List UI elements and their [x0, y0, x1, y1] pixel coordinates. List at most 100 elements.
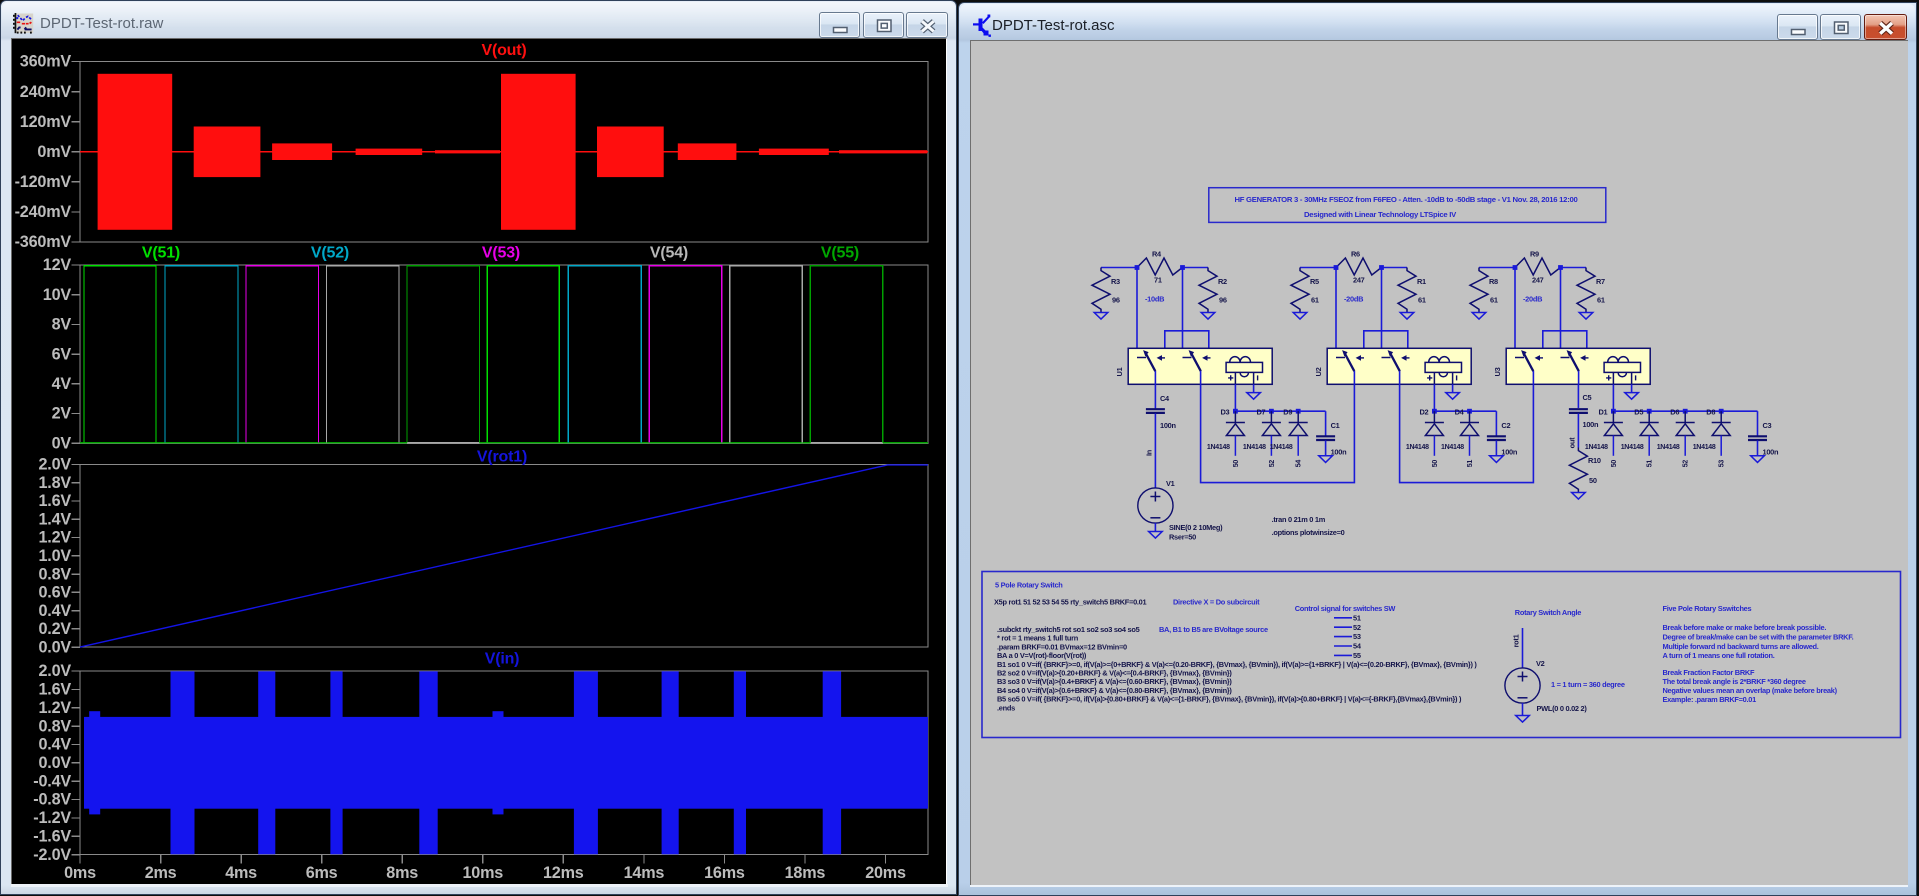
svg-text:1 = 1 turn = 360 degree: 1 = 1 turn = 360 degree — [1551, 680, 1625, 689]
svg-text:100n: 100n — [1763, 448, 1779, 457]
svg-text:247: 247 — [1353, 276, 1365, 285]
svg-text:2V: 2V — [52, 405, 72, 423]
svg-text:.param BRKF=0.01 BVmax=12 BVmi: .param BRKF=0.01 BVmax=12 BVmin=0 — [997, 642, 1127, 651]
svg-text:V(in): V(in) — [485, 651, 520, 668]
svg-text:18ms: 18ms — [785, 864, 826, 882]
svg-text:-240mV: -240mV — [15, 203, 72, 221]
svg-text:Break Fraction Factor BRKF: Break Fraction Factor BRKF — [1663, 668, 1755, 677]
svg-text:U1: U1 — [1115, 367, 1124, 376]
svg-text:8V: 8V — [52, 316, 72, 334]
svg-text:D2: D2 — [1420, 408, 1429, 417]
svg-text:D5: D5 — [1634, 408, 1643, 417]
svg-text:D9: D9 — [1283, 408, 1292, 417]
svg-text:-20dB: -20dB — [1523, 295, 1542, 304]
svg-text:V(rot1): V(rot1) — [477, 449, 527, 466]
svg-text:D6: D6 — [1670, 408, 1679, 417]
svg-text:Directive X = Do subcircuit: Directive X = Do subcircuit — [1173, 598, 1260, 607]
svg-text:R5: R5 — [1310, 277, 1319, 286]
svg-text:50: 50 — [1233, 460, 1240, 468]
svg-text:D1: D1 — [1599, 408, 1608, 417]
svg-text:52: 52 — [1269, 460, 1276, 468]
svg-text:1.2V: 1.2V — [39, 699, 72, 717]
svg-text:Five Pole Rotary Sswitches: Five Pole Rotary Sswitches — [1663, 604, 1752, 613]
svg-text:54: 54 — [1296, 460, 1303, 468]
svg-text:10ms: 10ms — [462, 864, 503, 882]
svg-text:V(54): V(54) — [650, 245, 688, 262]
svg-text:0.8V: 0.8V — [39, 565, 72, 583]
svg-text:55: 55 — [1353, 651, 1361, 660]
svg-text:V(55): V(55) — [821, 245, 859, 262]
svg-text:D3: D3 — [1221, 408, 1230, 417]
svg-text:247: 247 — [1532, 276, 1544, 285]
svg-text:51: 51 — [1467, 460, 1474, 468]
svg-text:BA, B1 to B5 are BVoltage sour: BA, B1 to B5 are BVoltage source — [1159, 625, 1268, 634]
svg-text:1N4148: 1N4148 — [1406, 444, 1429, 451]
svg-text:10V: 10V — [43, 286, 72, 304]
svg-text:.options plotwinsize=0: .options plotwinsize=0 — [1272, 528, 1345, 537]
svg-text:1N4148: 1N4148 — [1621, 444, 1644, 451]
svg-text:B4 so4 0 V=if(V(a)>{0.6+BRKF}: B4 so4 0 V=if(V(a)>{0.6+BRKF} & V(a)<={0… — [997, 686, 1232, 695]
svg-text:5 Pole Rotary Switch: 5 Pole Rotary Switch — [995, 581, 1063, 590]
svg-text:R6: R6 — [1351, 250, 1360, 259]
svg-text:.ends: .ends — [997, 703, 1015, 712]
svg-text:0.2V: 0.2V — [39, 620, 72, 638]
svg-text:20ms: 20ms — [865, 864, 906, 882]
svg-text:-2.0V: -2.0V — [33, 846, 71, 864]
svg-text:54: 54 — [1353, 642, 1362, 651]
svg-text:-360mV: -360mV — [15, 233, 72, 251]
svg-text:1.0V: 1.0V — [39, 547, 72, 565]
svg-text:-20dB: -20dB — [1344, 295, 1363, 304]
svg-text:Example: .param BRKF=0.01: Example: .param BRKF=0.01 — [1663, 695, 1757, 704]
svg-text:1.2V: 1.2V — [39, 529, 72, 547]
svg-text:100n: 100n — [1583, 420, 1599, 429]
svg-text:-1.2V: -1.2V — [33, 809, 71, 827]
svg-text:1N4148: 1N4148 — [1441, 444, 1464, 451]
svg-text:The total break angle is 2*BRK: The total break angle is 2*BRKF *360 deg… — [1663, 677, 1806, 686]
svg-text:8ms: 8ms — [386, 864, 418, 882]
svg-text:U2: U2 — [1314, 367, 1323, 376]
svg-text:HF GENERATOR 3 - 30MHz FSEOZ f: HF GENERATOR 3 - 30MHz FSEOZ from F6FEO … — [1234, 195, 1577, 204]
svg-text:PWL(0 0 0.02 2): PWL(0 0 0.02 2) — [1537, 704, 1588, 713]
svg-text:V(53): V(53) — [482, 245, 520, 262]
svg-text:1.6V: 1.6V — [39, 681, 72, 699]
svg-text:100n: 100n — [1501, 448, 1517, 457]
svg-text:1N4148: 1N4148 — [1657, 444, 1680, 451]
svg-text:1.6V: 1.6V — [39, 492, 72, 510]
svg-text:V(51): V(51) — [142, 245, 180, 262]
svg-text:0.4V: 0.4V — [39, 736, 72, 754]
svg-text:0.6V: 0.6V — [39, 584, 72, 602]
svg-text:71: 71 — [1154, 276, 1162, 285]
svg-text:R1: R1 — [1417, 277, 1426, 286]
svg-text:C1: C1 — [1331, 421, 1340, 430]
svg-text:0mV: 0mV — [37, 143, 71, 161]
svg-text:V1: V1 — [1166, 479, 1175, 488]
svg-text:2.0V: 2.0V — [39, 662, 72, 680]
svg-text:96: 96 — [1219, 296, 1227, 305]
svg-text:.tran 0 21m 0 1m: .tran 0 21m 0 1m — [1272, 515, 1326, 524]
svg-text:Break before make or make befo: Break before make or make before break p… — [1663, 623, 1827, 632]
svg-text:6V: 6V — [52, 345, 72, 363]
svg-text:0.0V: 0.0V — [39, 638, 72, 656]
svg-text:B2 so2 0 V=if(V(a)>{0.20+BRKF}: B2 so2 0 V=if(V(a)>{0.20+BRKF} & V(a)<={… — [997, 669, 1232, 678]
svg-text:1.8V: 1.8V — [39, 474, 72, 492]
svg-text:-10dB: -10dB — [1145, 295, 1164, 304]
svg-text:-1.6V: -1.6V — [33, 827, 71, 845]
svg-text:16ms: 16ms — [704, 864, 745, 882]
svg-text:61: 61 — [1490, 296, 1498, 305]
svg-text:Control signal for switches SW: Control signal for switches SW — [1295, 604, 1396, 613]
svg-text:-120mV: -120mV — [15, 173, 72, 191]
svg-text:61: 61 — [1597, 296, 1605, 305]
svg-text:C5: C5 — [1583, 393, 1592, 402]
svg-text:X5p rot1 51 52 53 54 55 rty_sw: X5p rot1 51 52 53 54 55 rty_switch5 BRKF… — [994, 598, 1147, 607]
svg-text:1.4V: 1.4V — [39, 511, 72, 529]
svg-text:V(out): V(out) — [481, 42, 526, 59]
svg-text:rot1: rot1 — [1512, 634, 1521, 647]
svg-text:-0.4V: -0.4V — [33, 772, 71, 790]
svg-text:53: 53 — [1719, 460, 1726, 468]
svg-text:52: 52 — [1353, 623, 1361, 632]
svg-text:4V: 4V — [52, 375, 72, 393]
svg-text:R7: R7 — [1596, 277, 1605, 286]
svg-text:Rser=50: Rser=50 — [1169, 533, 1196, 542]
svg-text:0V: 0V — [52, 434, 72, 452]
svg-text:D4: D4 — [1455, 408, 1465, 417]
